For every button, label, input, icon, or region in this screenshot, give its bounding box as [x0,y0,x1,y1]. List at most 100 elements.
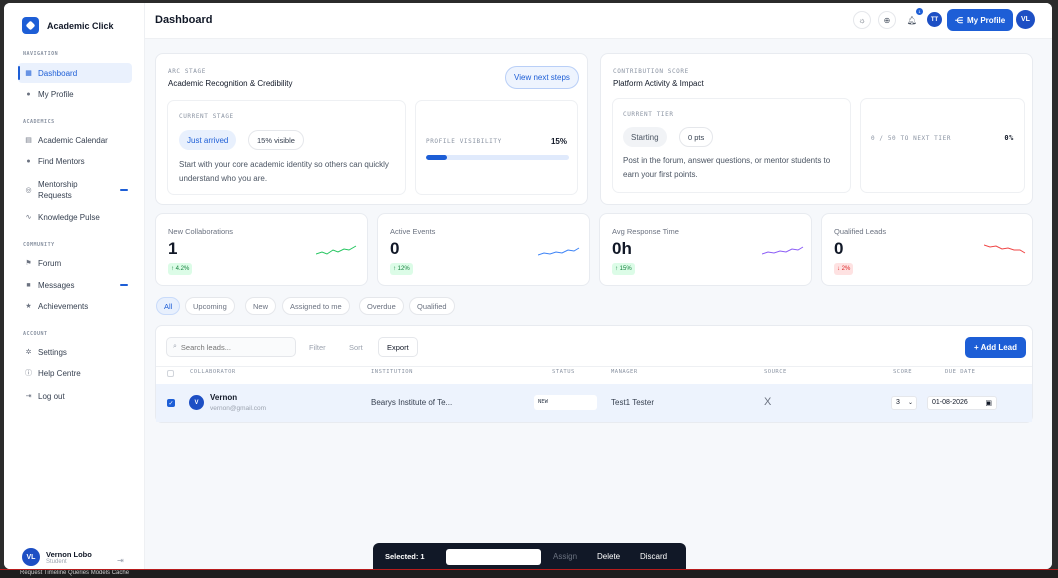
sidebar-item-help-centre[interactable]: ⓘ Help Centre [18,363,132,383]
sidebar-item-my-profile[interactable]: ● My Profile [18,84,132,104]
export-button[interactable]: Export [378,337,418,357]
sun-icon: ☼ [858,15,866,25]
header-avatar[interactable]: VL [1016,10,1035,29]
stat-delta: ↑ 12% [390,263,413,275]
score-value: 3 [896,399,900,406]
sidebar-item-achievements[interactable]: ★ Achievements [18,296,132,316]
assign-button[interactable]: Assign [553,552,577,561]
notifications-button[interactable]: 🔔︎ 1 [903,8,923,29]
selected-count: Selected: 1 [385,552,425,561]
stat-value: 0 [390,239,400,258]
bulk-action-bar: Selected: 1 Assign Delete Discard [373,543,686,569]
sidebar-item-settings[interactable]: ✲ Settings [18,342,132,362]
table-row[interactable]: ✓ V Vernon vernon@gmail.com Bearys Insti… [156,384,1032,422]
sidebar-user-card[interactable]: VL Vernon Lobo Student [22,548,92,566]
col-source[interactable]: SOURCE [764,369,787,375]
sidebar-item-academic-calendar[interactable]: ▤ Academic Calendar [18,130,132,150]
next-tier-label: 0 / 50 TO NEXT TIER [871,135,952,142]
stat-card-avg-response-time[interactable]: Avg Response Time 0h ↑ 15% [599,213,812,286]
star-icon: ★ [25,303,32,310]
row-checkbox[interactable]: ✓ [167,399,175,407]
sidebar-item-find-mentors[interactable]: ● Find Mentors [18,151,132,171]
divider [156,366,1032,367]
nav-section-account: ACCOUNT [23,331,48,337]
debug-toolbar[interactable]: Request Timeline Queries Models Cache [0,569,1058,578]
theme-toggle-button[interactable]: ☼ [853,11,871,29]
discard-button[interactable]: Discard [640,552,667,561]
my-profile-label: My Profile [967,15,1006,25]
grid-icon: ▦ [25,70,32,77]
sidebar-item-dashboard[interactable]: ▦ Dashboard [18,63,132,83]
status-badge[interactable]: NEW [534,395,597,410]
logout-icon: ⇥ [25,393,32,400]
stat-card-active-events[interactable]: Active Events 0 ↑ 12% [377,213,590,286]
profile-visibility-label: PROFILE VISIBILITY [426,138,502,145]
col-institution[interactable]: INSTITUTION [371,369,413,375]
nav-section-community: COMMUNITY [23,242,55,248]
sidebar-item-mentorship-requests[interactable]: ◎ Mentorship Requests [18,177,132,203]
tab-assigned-to-me[interactable]: Assigned to me [282,297,350,315]
tab-qualified[interactable]: Qualified [409,297,455,315]
contribution-label: CONTRIBUTION SCORE [613,68,689,75]
sidebar-item-label: Achievements [38,301,89,311]
sort-button[interactable]: Sort [349,343,363,352]
collaborator-avatar: V [189,395,204,410]
user-search-icon: ● [26,157,31,165]
brand-logo-icon [22,17,39,34]
globe-icon: ⊕ [883,15,891,25]
stat-card-qualified-leads[interactable]: Qualified Leads 0 ↓ 2% [821,213,1033,286]
sidebar-item-knowledge-pulse[interactable]: ∿ Knowledge Pulse [18,207,132,227]
sidebar-item-log-out[interactable]: ⇥ Log out [18,386,132,406]
view-next-steps-button[interactable]: View next steps [505,66,579,89]
brand[interactable]: Academic Click [22,17,114,34]
current-stage-label: CURRENT STAGE [179,113,234,120]
my-profile-button[interactable]: ⋲ My Profile [947,9,1014,31]
sidebar-item-label: Messages [38,280,75,290]
score-select[interactable]: 3 ⌄ [891,396,917,410]
sidebar-item-label: Log out [38,391,65,401]
next-tier-panel: 0 / 50 TO NEXT TIER 0% [860,98,1025,193]
page-title: Dashboard [155,14,213,26]
tab-new[interactable]: New [245,297,277,315]
logout-icon[interactable]: ⇥ [117,556,124,565]
notification-badge: 1 [916,8,923,15]
source-x-icon: X [764,396,772,408]
tab-upcoming[interactable]: Upcoming [185,297,235,315]
stat-value: 0h [612,239,632,258]
profile-visibility-value: 15% [550,137,567,146]
profile-visibility-panel: PROFILE VISIBILITY 15% [415,100,578,195]
delete-button[interactable]: Delete [597,552,620,561]
bell-icon: 🔔︎ [906,15,918,25]
avatar: VL [22,548,40,566]
stat-card-new-collaborations[interactable]: New Collaborations 1 ↑ 4.2% [155,213,368,286]
stage-description: Start with your core academic identity s… [179,160,389,183]
tab-overdue[interactable]: Overdue [359,297,404,315]
user-name: Vernon Lobo [46,549,92,559]
collaborator-name[interactable]: Vernon [210,393,237,402]
current-stage-panel: CURRENT STAGE Just arrived 15% visible S… [167,100,406,195]
col-score[interactable]: SCORE [893,369,912,375]
filter-button[interactable]: Filter [309,343,326,352]
sidebar-item-messages[interactable]: ■ Messages [18,275,132,295]
col-due-date[interactable]: DUE DATE [945,369,976,375]
debug-toolbar-text: Request Timeline Queries Models Cache [20,570,130,576]
col-collaborator[interactable]: COLLABORATOR [190,369,236,375]
col-manager[interactable]: MANAGER [611,369,638,375]
chevron-down-icon: ⌄ [907,400,913,406]
globe-button[interactable]: ⊕ [878,11,896,29]
search-field[interactable]: ⌕ [166,337,296,357]
target-icon: ◎ [25,186,32,194]
sidebar-item-label: Knowledge Pulse [38,212,100,222]
due-date-input[interactable]: 01-08-2026 ▣ [927,396,997,410]
search-input[interactable] [180,342,281,352]
contribution-score-card: CONTRIBUTION SCORE Platform Activity & I… [600,53,1033,205]
stat-title: New Collaborations [168,227,234,236]
col-status[interactable]: STATUS [552,369,575,375]
add-lead-button[interactable]: + Add Lead [965,337,1026,358]
select-all-checkbox[interactable] [167,370,174,377]
bulk-assign-select[interactable] [446,549,541,565]
points-badge: 0 pts [679,127,714,147]
tab-all[interactable]: All [156,297,181,315]
avatar-tt[interactable]: TT [927,12,942,27]
sidebar-item-forum[interactable]: ⚑ Forum [18,253,132,273]
